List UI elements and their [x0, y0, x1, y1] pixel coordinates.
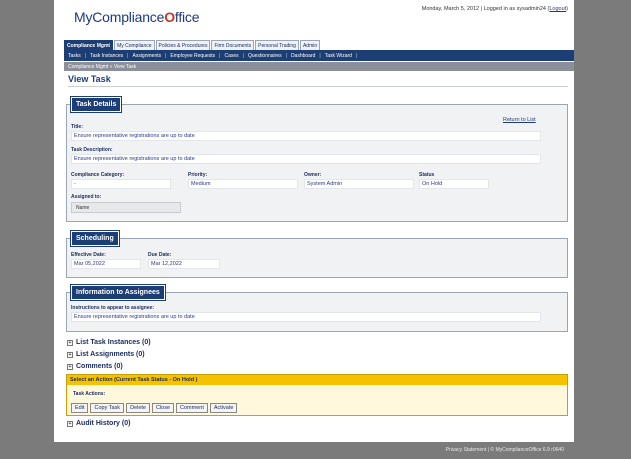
sub-nav: Tasks | Task Instances | Assignments | Empl… [64, 50, 574, 61]
delete-button[interactable]: Delete [126, 403, 150, 413]
status-label: Status [419, 172, 435, 178]
subnav-tasks[interactable]: Tasks [68, 53, 81, 59]
subnav-cases[interactable]: Cases [224, 53, 238, 59]
instructions-label: Instructions to appear to assignee: [71, 305, 155, 311]
list-task-instances-toggle[interactable]: + List Task Instances (0) [67, 339, 151, 346]
comments-toggle[interactable]: + Comments (0) [67, 363, 123, 370]
category-value: - [71, 179, 171, 189]
actions-header: Select an Action (Current Task Status - … [67, 375, 567, 385]
effective-date-label: Effective Date: [71, 252, 106, 258]
close-button[interactable]: Close [151, 403, 175, 413]
audit-history-toggle[interactable]: + Audit History (0) [67, 420, 130, 427]
logo-check-icon: O [164, 9, 175, 25]
owner-value: System Admin [304, 179, 414, 189]
subnav-dashboard[interactable]: Dashboard [291, 53, 315, 59]
description-value: Ensure representative registrations are … [71, 154, 541, 164]
session-info: Monday, March 5, 2012 | Logged in as sys… [421, 6, 568, 12]
title-divider [68, 86, 568, 87]
copy-task-button[interactable]: Copy Task [90, 403, 125, 413]
due-date-value: Mar 12,2022 [148, 259, 220, 269]
task-actions-label: Task Actions: [73, 391, 106, 397]
category-label: Compliance Category: [71, 172, 125, 178]
info-panel: Information to Assignees Instructions to… [66, 284, 568, 332]
footer-text[interactable]: Privacy Statement | © MyComplianceOffice… [446, 447, 564, 453]
list-assignments-toggle[interactable]: + List Assignments (0) [67, 351, 145, 358]
action-buttons: Edit Copy Task Delete Close Comment Acti… [71, 403, 238, 413]
subnav-task-instances[interactable]: Task Instances [90, 53, 123, 59]
plus-icon: + [67, 339, 73, 346]
actions-panel: Select an Action (Current Task Status - … [66, 374, 568, 416]
subnav-task-wizard[interactable]: Task Wizard [325, 53, 352, 59]
priority-value: Medium [188, 179, 298, 189]
edit-button[interactable]: Edit [71, 403, 89, 413]
instructions-value: Ensure representative registrations are … [71, 312, 541, 322]
subnav-questionnaires[interactable]: Questionnaires [248, 53, 282, 59]
return-to-list-link[interactable]: Return to List [503, 117, 536, 123]
plus-icon: + [67, 363, 73, 370]
page-title: View Task [68, 74, 111, 84]
assigned-name-header: Name [71, 202, 181, 213]
priority-label: Priority: [188, 172, 208, 178]
info-header: Information to Assignees [70, 284, 166, 301]
logo: MyComplianceOffice [74, 9, 200, 25]
subnav-assignments[interactable]: Assignments [132, 53, 161, 59]
comment-button[interactable]: Comment [176, 403, 208, 413]
subnav-employee-requests[interactable]: Employee Requests [170, 53, 215, 59]
plus-icon: + [67, 420, 73, 427]
task-details-header: Task Details [69, 96, 123, 113]
title-label: Title: [71, 124, 83, 130]
task-details-panel: Task Details Return to List Title: Ensur… [66, 96, 568, 222]
description-label: Task Description: [71, 147, 113, 153]
page: MyComplianceOffice Monday, March 5, 2012… [54, 0, 574, 453]
footer: Privacy Statement | © MyComplianceOffice… [54, 442, 574, 459]
title-value: Ensure representative registrations are … [71, 131, 541, 141]
activate-button[interactable]: Activate [209, 403, 238, 413]
scheduling-header: Scheduling [70, 230, 120, 247]
scheduling-panel: Scheduling Effective Date: Mar 05,2022 D… [66, 230, 568, 278]
plus-icon: + [67, 351, 73, 358]
logout-link[interactable]: Logout [549, 6, 566, 12]
effective-date-value: Mar 05,2022 [71, 259, 141, 269]
due-date-label: Due Date: [148, 252, 172, 258]
breadcrumb: Compliance Mgmt » View Task [64, 62, 574, 71]
owner-label: Owner: [304, 172, 322, 178]
status-value: On Hold [419, 179, 489, 189]
assigned-label: Assigned to: [71, 194, 102, 200]
